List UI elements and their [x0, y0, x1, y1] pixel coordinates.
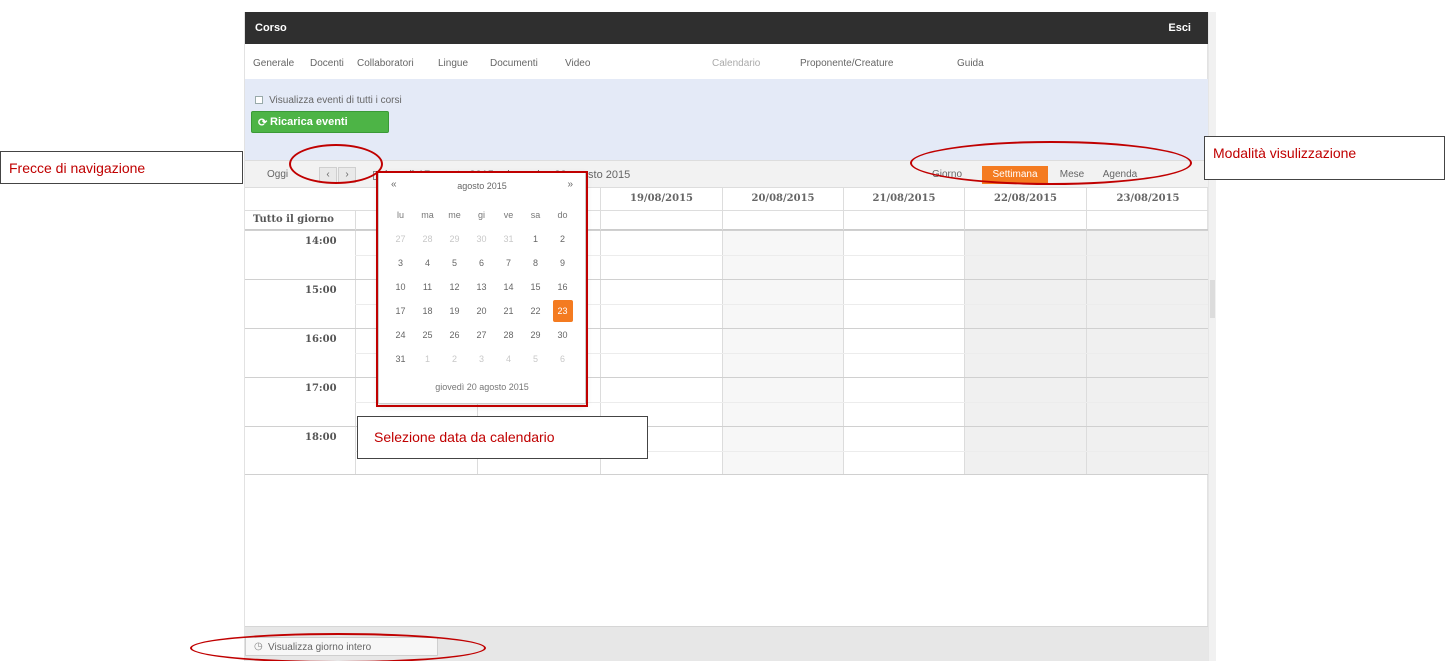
refresh-icon: ⟳ — [258, 117, 268, 129]
hour-label: 17:00 — [305, 383, 337, 394]
grid-line — [1086, 210, 1087, 474]
annotation-ellipse-full-day — [190, 633, 486, 661]
grid-line — [964, 210, 965, 474]
reload-events-label: Ricarica eventi — [270, 116, 348, 128]
hour-label: 15:00 — [305, 285, 337, 296]
annotation-view-modes: Modalità visulizzazione — [1204, 136, 1445, 180]
grid-line — [843, 210, 844, 474]
tab-video[interactable]: Video — [565, 58, 590, 69]
grid-line — [355, 210, 356, 474]
hour-label: 18:00 — [305, 432, 337, 443]
column-header: 20/08/2015 — [722, 188, 843, 210]
column-shading — [722, 230, 843, 474]
scrollbar-thumb[interactable] — [1210, 280, 1215, 318]
show-all-events-label: Visualizza eventi di tutti i corsi — [269, 94, 402, 106]
tab-guida[interactable]: Guida — [957, 58, 984, 69]
column-header: 23/08/2015 — [1086, 188, 1209, 210]
tab-lingue[interactable]: Lingue — [438, 58, 468, 69]
tab-bar: Generale Docenti Collaboratori Lingue Do… — [245, 53, 1209, 75]
annotation-view-modes-label: Modalità visulizzazione — [1213, 145, 1357, 161]
today-button[interactable]: Oggi — [261, 166, 294, 184]
tab-generale[interactable]: Generale — [253, 58, 294, 69]
all-day-label: Tutto il giorno — [253, 214, 334, 225]
column-header: 21/08/2015 — [843, 188, 964, 210]
hour-label: 14:00 — [305, 236, 337, 247]
tab-proponente-creature[interactable]: Proponente/Creature — [800, 58, 893, 69]
annotation-rect-date-picker — [376, 171, 588, 407]
tab-documenti[interactable]: Documenti — [490, 58, 538, 69]
hour-label: 16:00 — [305, 334, 337, 345]
show-all-events-checkbox[interactable] — [255, 96, 263, 105]
tab-docenti[interactable]: Docenti — [310, 58, 344, 69]
annotation-date-select-label: Selezione data da calendario — [374, 429, 555, 445]
column-header: 19/08/2015 — [600, 188, 722, 210]
column-header: 22/08/2015 — [964, 188, 1086, 210]
title-bar: Corso Esci — [245, 12, 1209, 44]
tab-calendario[interactable]: Calendario — [712, 58, 760, 69]
annotation-ellipse-views — [910, 141, 1192, 185]
annotation-nav-arrows: Frecce di navigazione — [0, 151, 243, 184]
hour-line — [245, 474, 1209, 475]
weekend-shading — [965, 230, 1209, 474]
annotation-nav-arrows-label: Frecce di navigazione — [9, 160, 146, 176]
exit-button[interactable]: Esci — [1168, 22, 1191, 34]
annotation-ellipse-nav — [289, 144, 383, 184]
reload-events-button[interactable]: ⟳ Ricarica eventi — [251, 111, 389, 133]
grid-line — [722, 210, 723, 474]
window-title: Corso — [255, 22, 287, 34]
tab-collaboratori[interactable]: Collaboratori — [357, 58, 414, 69]
show-all-events-row: Visualizza eventi di tutti i corsi — [255, 94, 402, 108]
annotation-date-select: Selezione data da calendario — [357, 416, 648, 459]
scrollbar[interactable] — [1208, 12, 1216, 661]
